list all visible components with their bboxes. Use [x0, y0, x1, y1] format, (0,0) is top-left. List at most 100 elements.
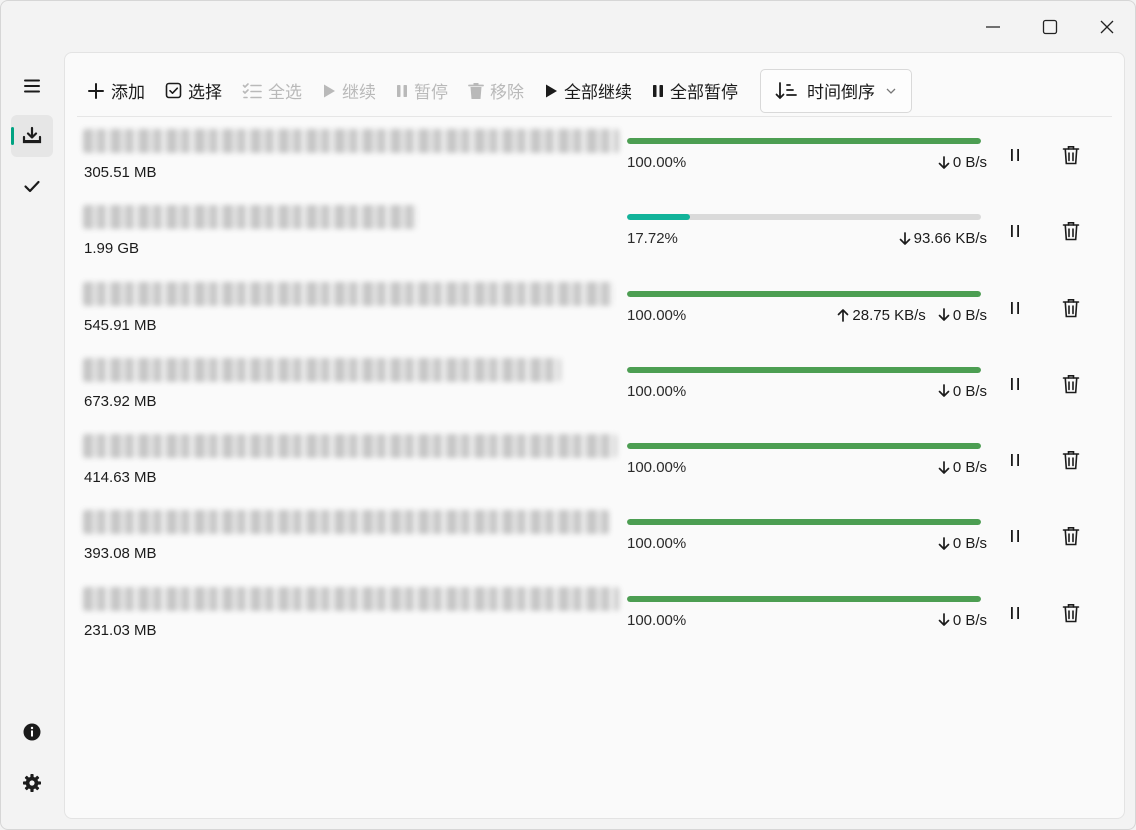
play-icon: [324, 84, 335, 97]
download-icon: [22, 126, 42, 144]
select-all-button[interactable]: 全选: [232, 73, 312, 109]
trash-icon: [1062, 374, 1080, 394]
file-name-blurred: [83, 205, 417, 230]
resume-all-label: 全部继续: [564, 83, 632, 102]
pause-icon: [1011, 606, 1019, 619]
item-pause-button[interactable]: [1003, 524, 1027, 548]
remove-button[interactable]: 移除: [458, 73, 534, 109]
info-icon: [23, 723, 41, 741]
active-indicator: [11, 127, 14, 145]
upload-speed: 28.75 KB/s: [837, 307, 926, 324]
pause-icon: [1011, 225, 1019, 238]
download-speed: 93.66 KB/s: [899, 230, 987, 247]
select-all-label: 全选: [268, 83, 302, 102]
settings-button[interactable]: [11, 762, 53, 804]
item-pause-button[interactable]: [1003, 143, 1027, 167]
file-name-blurred: [83, 129, 619, 153]
select-button[interactable]: 选择: [155, 73, 232, 109]
download-speed: 0 B/s: [938, 154, 987, 171]
progress-fill: [627, 443, 981, 450]
download-speed: 0 B/s: [938, 383, 987, 400]
file-name-blurred: [83, 357, 561, 382]
sort-label: 时间倒序: [807, 83, 875, 102]
file-size: 231.03 MB: [84, 621, 157, 639]
download-speed-value: 0 B/s: [952, 611, 987, 629]
trash-icon: [1062, 146, 1080, 165]
minimize-button[interactable]: [964, 1, 1021, 53]
checklist-icon: [242, 82, 262, 98]
progress-percent: 100.00%: [627, 535, 687, 553]
item-delete-button[interactable]: [1059, 601, 1083, 625]
item-pause-button[interactable]: [1003, 219, 1027, 243]
item-delete-button[interactable]: [1059, 448, 1083, 472]
file-size: 393.08 MB: [84, 545, 157, 563]
maximize-icon: [1042, 19, 1057, 35]
download-speed-value: 0 B/s: [952, 154, 987, 171]
resume-all-button[interactable]: 全部继续: [534, 73, 642, 109]
progress-fill: [627, 214, 690, 221]
resume-label: 继续: [342, 83, 376, 102]
trash-icon: [1062, 603, 1080, 623]
pause-icon: [1011, 377, 1019, 390]
file-size: 414.63 MB: [84, 469, 157, 487]
close-button[interactable]: [1078, 1, 1135, 53]
trash-icon: [468, 82, 484, 99]
sidebar-item-downloading[interactable]: [11, 115, 53, 157]
progress-fill: [627, 595, 981, 602]
item-delete-button[interactable]: [1059, 143, 1083, 167]
progress-bar: [627, 366, 981, 373]
pause-button[interactable]: 暂停: [386, 73, 458, 109]
progress-bar: [627, 595, 981, 602]
item-pause-button[interactable]: [1003, 372, 1027, 396]
item-delete-button[interactable]: [1059, 296, 1083, 320]
item-delete-button[interactable]: [1059, 219, 1083, 243]
download-item[interactable]: 231.03 MB 100.00% 0 B/s: [77, 581, 1112, 657]
pause-icon: [1011, 301, 1019, 314]
progress-bar: [627, 290, 981, 297]
download-panel: 添加 选择 全选 继续 暂停 移除 全部继续 全部暂停 时间倒序 305.51 …: [64, 52, 1125, 819]
download-speed-value: 0 B/s: [952, 459, 987, 477]
trash-icon: [1062, 298, 1080, 317]
download-item[interactable]: 673.92 MB 100.00% 0 B/s: [77, 352, 1112, 428]
maximize-button[interactable]: [1021, 1, 1078, 53]
sort-dropdown[interactable]: 时间倒序: [760, 68, 912, 113]
progress-percent: 100.00%: [627, 459, 687, 477]
minimize-icon: [985, 26, 1000, 28]
download-item[interactable]: 545.91 MB 100.00% 28.75 KB/s 0 B/s: [77, 276, 1112, 352]
progress-bar: [627, 519, 981, 526]
chevron-down-icon: [886, 88, 896, 94]
sidebar-item-completed[interactable]: [11, 165, 53, 207]
speed-info: 0 B/s: [938, 154, 987, 171]
download-item[interactable]: 414.63 MB 100.00% 0 B/s: [77, 428, 1112, 504]
item-delete-button[interactable]: [1059, 372, 1083, 396]
speed-info: 0 B/s: [938, 612, 987, 629]
file-name-blurred: [83, 281, 613, 306]
resume-button[interactable]: 继续: [312, 73, 386, 109]
progress-percent: 100.00%: [627, 382, 687, 400]
file-size: 1.99 GB: [84, 240, 140, 258]
item-pause-button[interactable]: [1003, 296, 1027, 320]
window-controls: [964, 1, 1135, 53]
speed-info: 0 B/s: [938, 383, 987, 400]
speed-info: 28.75 KB/s 0 B/s: [837, 307, 987, 324]
progress-percent: 100.00%: [627, 611, 687, 629]
menu-icon: [24, 79, 40, 93]
arrow-down-icon: [938, 308, 950, 321]
pause-icon: [1011, 149, 1019, 161]
item-delete-button[interactable]: [1059, 524, 1083, 548]
arrow-down-icon: [938, 537, 950, 550]
pause-all-button[interactable]: 全部暂停: [642, 73, 748, 109]
download-item[interactable]: 393.08 MB 100.00% 0 B/s: [77, 504, 1112, 580]
add-button[interactable]: 添加: [77, 73, 155, 109]
download-item[interactable]: 1.99 GB 17.72% 93.66 KB/s: [77, 199, 1112, 275]
plus-icon: [88, 82, 104, 99]
check-icon: [24, 180, 40, 193]
item-pause-button[interactable]: [1003, 601, 1027, 625]
close-icon: [1100, 20, 1113, 34]
pause-icon: [1011, 454, 1019, 467]
menu-button[interactable]: [11, 65, 53, 107]
info-button[interactable]: [11, 711, 53, 753]
file-name-blurred: [83, 434, 617, 459]
download-item[interactable]: 305.51 MB 100.00% 0 B/s: [77, 123, 1112, 199]
item-pause-button[interactable]: [1003, 448, 1027, 472]
